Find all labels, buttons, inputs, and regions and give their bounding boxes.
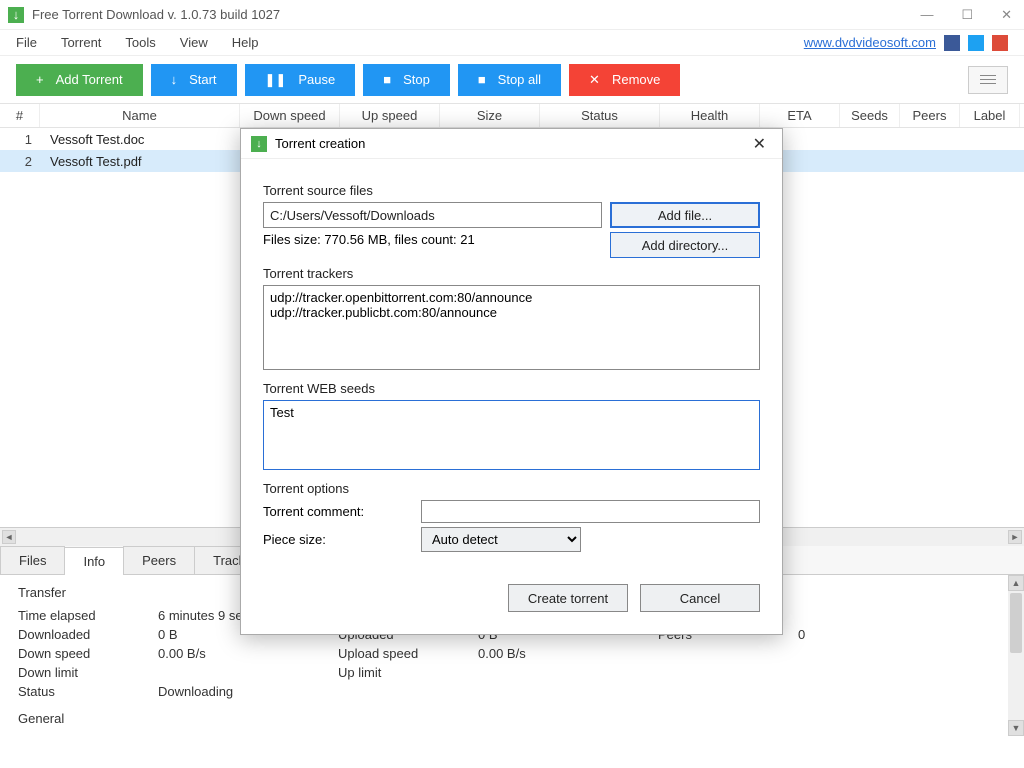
pause-icon: ❚❚: [265, 72, 287, 88]
minimize-button[interactable]: —: [916, 7, 937, 23]
scroll-left-icon[interactable]: ◄: [2, 530, 16, 544]
twitter-icon[interactable]: [968, 35, 984, 51]
col-peers[interactable]: Peers: [900, 104, 960, 127]
col-health[interactable]: Health: [660, 104, 760, 127]
app-icon: ↓: [251, 136, 267, 152]
cancel-button[interactable]: Cancel: [640, 584, 760, 612]
pause-label: Pause: [298, 72, 335, 87]
menubar: File Torrent Tools View Help www.dvdvide…: [0, 30, 1024, 56]
pause-button[interactable]: ❚❚ Pause: [245, 64, 356, 96]
downspeed-value: 0.00 B/s: [158, 646, 338, 661]
piece-size-select[interactable]: Auto detect: [421, 527, 581, 552]
upspeed-label: Upload speed: [338, 646, 478, 661]
comment-label: Torrent comment:: [263, 504, 413, 519]
remove-button[interactable]: ✕ Remove: [569, 64, 680, 96]
files-info-text: Files size: 770.56 MB, files count: 21: [263, 232, 602, 258]
maximize-button[interactable]: ☐: [957, 7, 977, 23]
row-num: 2: [0, 154, 40, 169]
col-upspeed[interactable]: Up speed: [340, 104, 440, 127]
status-label: Status: [18, 684, 158, 699]
downlimit-label: Down limit: [18, 665, 158, 680]
menu-view[interactable]: View: [180, 35, 208, 50]
window-title: Free Torrent Download v. 1.0.73 build 10…: [32, 7, 280, 22]
download-icon: ↓: [171, 72, 178, 87]
dialog-close-button[interactable]: ✕: [747, 132, 772, 156]
downloaded-label: Downloaded: [18, 627, 158, 642]
menu-torrent[interactable]: Torrent: [61, 35, 101, 50]
create-torrent-button[interactable]: Create torrent: [508, 584, 628, 612]
add-torrent-label: Add Torrent: [56, 72, 123, 87]
tab-info[interactable]: Info: [64, 547, 124, 575]
stop-button[interactable]: ■ Stop: [363, 64, 450, 96]
scroll-thumb[interactable]: [1010, 593, 1022, 653]
vertical-scrollbar[interactable]: ▲ ▼: [1008, 575, 1024, 736]
scroll-right-icon[interactable]: ►: [1008, 530, 1022, 544]
time-elapsed-label: Time elapsed: [18, 608, 158, 623]
toolbar: + Add Torrent ↓ Start ❚❚ Pause ■ Stop ■ Stop …: [0, 56, 1024, 104]
col-name[interactable]: Name: [40, 104, 240, 127]
row-name: Vessoft Test.pdf: [40, 154, 142, 169]
dialog-titlebar: ↓ Torrent creation ✕: [241, 129, 782, 159]
col-label[interactable]: Label: [960, 104, 1020, 127]
add-file-button[interactable]: Add file...: [610, 202, 760, 228]
googleplus-icon[interactable]: [992, 35, 1008, 51]
tab-peers[interactable]: Peers: [123, 546, 195, 574]
source-files-label: Torrent source files: [263, 183, 760, 198]
row-name: Vessoft Test.doc: [40, 132, 144, 147]
close-button[interactable]: ✕: [997, 7, 1016, 23]
scroll-up-icon[interactable]: ▲: [1008, 575, 1024, 591]
facebook-icon[interactable]: [944, 35, 960, 51]
site-link[interactable]: www.dvdvideosoft.com: [804, 35, 936, 50]
remove-icon: ✕: [589, 72, 600, 88]
piece-size-label: Piece size:: [263, 532, 413, 547]
trackers-label: Torrent trackers: [263, 266, 760, 281]
stop-icon: ■: [383, 72, 391, 87]
col-downspeed[interactable]: Down speed: [240, 104, 340, 127]
downlimit-value: [158, 665, 338, 680]
titlebar: ↓ Free Torrent Download v. 1.0.73 build …: [0, 0, 1024, 30]
app-icon: ↓: [8, 7, 24, 23]
uplimit-value: [478, 665, 658, 680]
remove-label: Remove: [612, 72, 660, 87]
start-button[interactable]: ↓ Start: [151, 64, 237, 96]
col-size[interactable]: Size: [440, 104, 540, 127]
hamburger-button[interactable]: [968, 66, 1008, 94]
col-eta[interactable]: ETA: [760, 104, 840, 127]
col-num[interactable]: #: [0, 104, 40, 127]
plus-icon: +: [36, 72, 44, 87]
menu-help[interactable]: Help: [232, 35, 259, 50]
dialog-title: Torrent creation: [275, 136, 365, 151]
add-directory-button[interactable]: Add directory...: [610, 232, 760, 258]
torrent-creation-dialog: ↓ Torrent creation ✕ Torrent source file…: [240, 128, 783, 635]
uplimit-label: Up limit: [338, 665, 478, 680]
source-path-input[interactable]: [263, 202, 602, 228]
stop-all-button[interactable]: ■ Stop all: [458, 64, 561, 96]
webseeds-input[interactable]: [263, 400, 760, 470]
options-label: Torrent options: [263, 481, 760, 496]
start-label: Start: [189, 72, 216, 87]
grid-header: # Name Down speed Up speed Size Status H…: [0, 104, 1024, 128]
peers-value: 0: [798, 627, 978, 642]
tab-files[interactable]: Files: [0, 546, 65, 574]
row-num: 1: [0, 132, 40, 147]
downspeed-label: Down speed: [18, 646, 158, 661]
stop-all-label: Stop all: [498, 72, 541, 87]
menu-file[interactable]: File: [16, 35, 37, 50]
upspeed-value: 0.00 B/s: [478, 646, 658, 661]
trackers-input[interactable]: [263, 285, 760, 370]
stop-icon: ■: [478, 72, 486, 87]
general-heading: General: [18, 711, 1006, 726]
col-status[interactable]: Status: [540, 104, 660, 127]
scroll-down-icon[interactable]: ▼: [1008, 720, 1024, 736]
stop-label: Stop: [403, 72, 430, 87]
menu-tools[interactable]: Tools: [125, 35, 155, 50]
col-seeds[interactable]: Seeds: [840, 104, 900, 127]
comment-input[interactable]: [421, 500, 760, 523]
webseeds-label: Torrent WEB seeds: [263, 381, 760, 396]
add-torrent-button[interactable]: + Add Torrent: [16, 64, 143, 96]
status-value: Downloading: [158, 684, 338, 699]
